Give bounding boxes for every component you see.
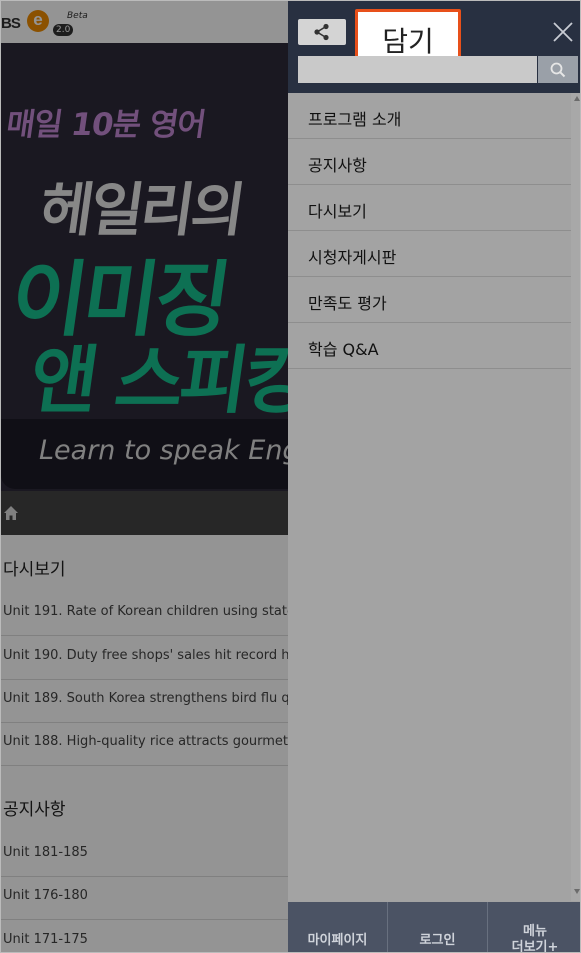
panel-scrollbar[interactable] [571,93,580,901]
share-icon [314,23,329,41]
menu-item-label: 공지사항 [308,156,367,175]
search-button[interactable] [538,56,578,83]
scroll-down-arrow-icon[interactable] [574,889,580,894]
menu-item-label: 시청자게시판 [308,248,397,267]
close-icon [553,22,573,42]
menu-item-learning-qa[interactable]: 학습 Q&A [288,323,571,369]
panel-menu-list: 프로그램 소개 공지사항 다시보기 시청자게시판 만족도 평가 학습 Q&A [288,93,571,369]
panel-header: 담기 [288,1,580,93]
menu-item-program-intro[interactable]: 프로그램 소개 [288,93,571,139]
menu-item-replay[interactable]: 다시보기 [288,185,571,231]
menu-item-label: 다시보기 [308,202,367,221]
menu-item-label: 만족도 평가 [308,294,387,313]
share-button[interactable] [298,19,346,45]
mypage-label: 마이페이지 [307,933,368,948]
menu-item-viewer-board[interactable]: 시청자게시판 [288,231,571,277]
scroll-up-arrow-icon[interactable] [574,96,580,101]
panel-bottom-bar: 마이페이지 로그인 메뉴 더보기+ [288,902,580,953]
menu-item-label: 프로그램 소개 [308,110,402,129]
menu-item-satisfaction-survey[interactable]: 만족도 평가 [288,277,571,323]
side-menu-panel: 담기 프로그램 소개 공지사항 다시보기 시청자게시판 만족도 평가 학습 Q&… [288,1,580,953]
app-screen: BS e 2.0 Beta 매일 10분 영어 헤일리의 이미징 앤 스피킹 L… [0,0,581,953]
login-label: 로그인 [419,933,456,948]
login-button[interactable]: 로그인 [388,902,488,952]
more-menu-label-line2: 더보기+ [511,940,559,953]
more-menu-button[interactable]: 메뉴 더보기+ [488,902,580,953]
menu-item-label: 학습 Q&A [308,340,379,359]
search-input[interactable] [298,56,537,83]
mypage-button[interactable]: 마이페이지 [288,902,388,952]
menu-item-notices[interactable]: 공지사항 [288,139,571,185]
search-icon [550,62,566,78]
close-button[interactable] [552,21,574,43]
